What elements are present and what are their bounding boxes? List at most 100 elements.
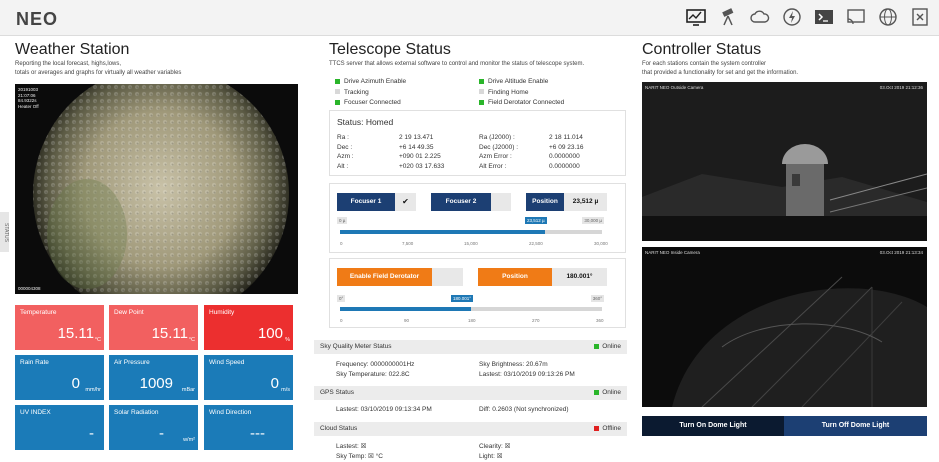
derotator-tick: 0: [340, 318, 343, 323]
sqm-status-text: Online: [602, 343, 621, 350]
check-indicator: [335, 99, 340, 105]
telescope-checks-right: Drive Altitude Enable Finding Home Field…: [479, 77, 564, 109]
top-icon-bar: [685, 6, 931, 28]
coord-value: +6 09 23.16: [549, 143, 584, 151]
tile-humidity: Humidity 100%: [204, 305, 293, 350]
controller-subtitle: For each stations contain the system con…: [642, 60, 798, 77]
derotator-max-pill: 360°: [590, 295, 604, 302]
focuser2-button[interactable]: Focuser 2: [431, 193, 491, 211]
focuser-slider-fill[interactable]: [340, 230, 545, 234]
lightning-icon[interactable]: [781, 6, 803, 28]
cast-icon[interactable]: [845, 6, 867, 28]
monitor-chart-icon[interactable]: [685, 6, 707, 28]
camera-heater: Heater Off: [18, 103, 39, 109]
cloud-clearity: Clearity: ☒: [479, 443, 511, 450]
status-dot: [594, 343, 600, 349]
check-finding-home: Finding Home: [479, 88, 564, 99]
tile-unit: mBar: [181, 387, 195, 393]
top-navbar: NEO: [0, 0, 939, 36]
coord-alt: Alt : +020 03 17.633: [337, 162, 444, 172]
telescope-icon[interactable]: [717, 6, 739, 28]
tile-value: 15.11: [57, 325, 94, 342]
coord-key: Azm Error :: [479, 153, 512, 160]
status-side-tab[interactable]: STATUS: [0, 212, 9, 252]
check-tracking: Tracking: [335, 88, 406, 99]
dome-light-on-button[interactable]: Turn On Dome Light: [642, 416, 784, 436]
sqm-right: Sky Brightness: 20.67m Lastest: 03/10/20…: [479, 360, 575, 379]
tile-value: 1009: [139, 375, 173, 392]
focuser-position-label: Position: [526, 193, 564, 211]
check-indicator: [479, 78, 484, 84]
coord-key: Alt :: [337, 162, 349, 170]
focuser-position-value: 23,512 µ: [564, 193, 607, 211]
coordinates-panel: Status: Homed Ra : 2 19 13.471 Dec : +6 14…: [329, 110, 626, 176]
tile-wind-speed: Wind Speed 0 m/s: [204, 355, 293, 400]
focuser-tick: 15,000: [464, 241, 478, 246]
tile-label: Humidity: [209, 309, 235, 316]
focuser1-button[interactable]: Focuser 1: [337, 193, 395, 211]
tile-label: UV INDEX: [20, 409, 51, 416]
coord-value: +090 01 2.225: [399, 153, 441, 160]
tile-value: 100: [257, 325, 283, 342]
dome-light-off-button[interactable]: Turn Off Dome Light: [784, 416, 927, 436]
outside-camera-image: NARIT NEO Outside Camera 03.Oct 2019 21:…: [642, 82, 927, 241]
coord-value: 0.0000000: [549, 162, 580, 170]
coord-key: Dec :: [337, 143, 353, 151]
focuser-max-pill: 30,000 µ: [582, 217, 604, 224]
derotator-current-pill: 180.001°: [451, 295, 474, 302]
check-indicator: [335, 89, 340, 95]
inside-camera-image: NARIT NEO Inside Camera 03.Oct 2019 21:1…: [642, 247, 927, 407]
focuser-tick: 0: [340, 241, 343, 246]
gps-header: GPS Status Online: [314, 386, 627, 400]
coord-key: Ra :: [337, 134, 349, 141]
sqm-header: Sky Quality Meter Status Online: [314, 340, 627, 354]
tile-unit: m/s: [281, 387, 290, 393]
gps-diff: Diff: 0.2603 (Not synchronized): [479, 406, 569, 413]
outside-camera-svg: [642, 82, 927, 241]
sqm-title: Sky Quality Meter Status: [320, 343, 392, 350]
terminal-icon[interactable]: [813, 6, 835, 28]
tile-solar-radiation: Solar Radiation - w/m²: [109, 405, 198, 450]
weather-subtitle-line1: Reporting the local forecast, highs,lows…: [15, 61, 122, 67]
enable-derotator-button[interactable]: Enable Field Derotator: [337, 268, 432, 286]
tile-value: 15.11: [151, 325, 188, 342]
derotator-slider-fill[interactable]: [340, 307, 471, 311]
focuser1-check[interactable]: ✔: [395, 193, 416, 211]
cloud-lastest: Lastest: ☒: [336, 443, 367, 450]
cloud-icon[interactable]: [749, 6, 771, 28]
check-label: Field Derotator Connected: [488, 99, 565, 106]
inside-camera-label: NARIT NEO Inside Camera: [645, 250, 700, 255]
check-label: Finding Home: [488, 88, 529, 96]
check-drive-altitude: Drive Altitude Enable: [479, 77, 564, 88]
gps-lastest: Lastest: 03/10/2019 09:13:34 PM: [336, 406, 432, 413]
tile-unit: °C: [94, 337, 101, 343]
focuser-tick: 30,000: [594, 241, 608, 246]
cloud-sky-temp: Sky Temp: ☒ °C: [336, 452, 383, 460]
controller-title: Controller Status: [642, 41, 762, 58]
sqm-left: Frequency: 0000000001Hz Sky Temperature:…: [336, 360, 414, 379]
outside-camera-label: NARIT NEO Outside Camera: [645, 85, 704, 90]
sqm-sky-temp: Sky Temperature: 022.8C: [336, 370, 410, 378]
tile-unit: w/m²: [183, 437, 195, 443]
check-focuser-connected: Focuser Connected: [335, 98, 406, 109]
check-indicator: [479, 89, 484, 95]
camera-exposure: 84.9322s: [18, 98, 37, 103]
exit-icon[interactable]: [909, 6, 931, 28]
globe-icon[interactable]: [877, 6, 899, 28]
derotator-toggle-box[interactable]: [432, 268, 463, 286]
tile-label: Rain Rate: [20, 359, 49, 366]
tile-unit: mm/hr: [85, 387, 101, 393]
focuser2-check[interactable]: [491, 193, 511, 211]
controller-subtitle-line1: For each stations contain the system con…: [642, 61, 767, 67]
cloud-status: Offline: [594, 425, 621, 432]
cloud-status-text: Offline: [602, 425, 621, 432]
gps-status-text: Online: [602, 389, 621, 396]
brand-logo[interactable]: NEO: [16, 9, 58, 30]
tile-rain-rate: Rain Rate 0 mm/hr: [15, 355, 104, 400]
camera-date: 20191003: [18, 87, 39, 92]
tile-wind-direction: Wind Direction ---: [204, 405, 293, 450]
focuser-tick: 7,500: [402, 241, 414, 246]
tile-temperature: Temperature 15.11 °C: [15, 305, 104, 350]
cloud-right: Clearity: ☒ Light: ☒: [479, 442, 510, 461]
tile-value: -: [89, 425, 94, 442]
